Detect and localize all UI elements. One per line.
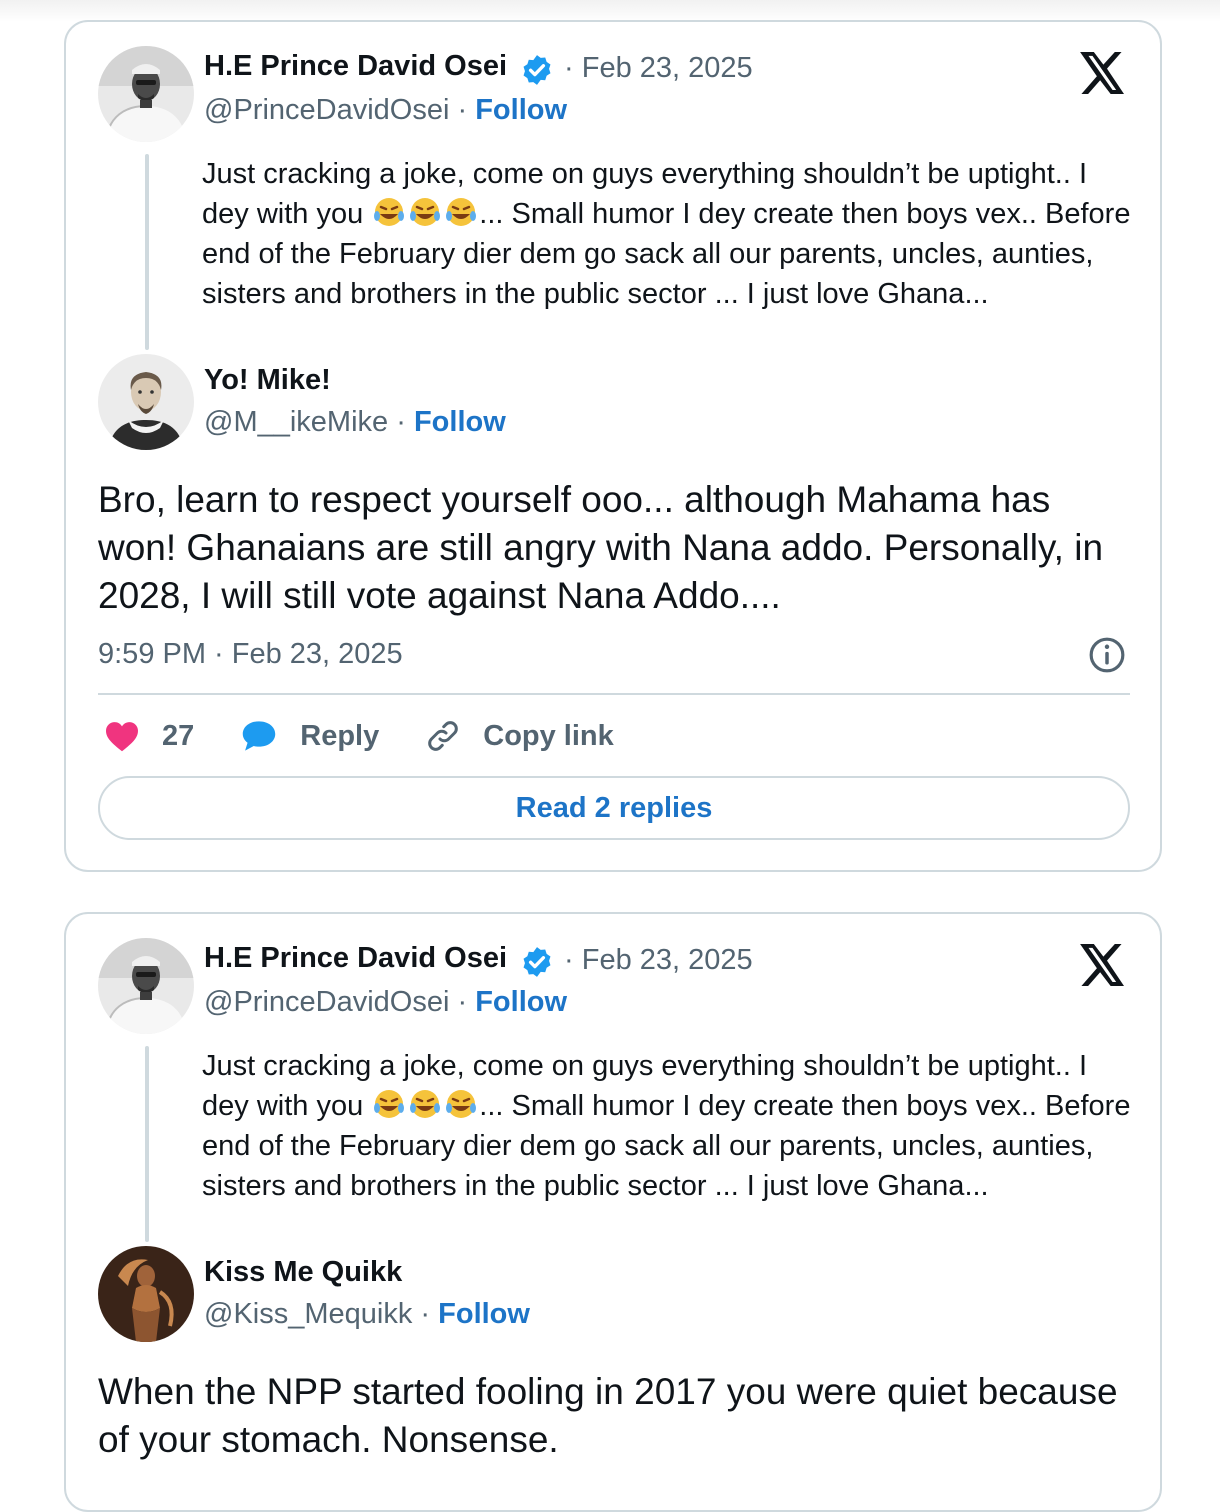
link-icon [428, 721, 458, 751]
parent-author-handle[interactable]: @PrinceDavidOsei [204, 94, 449, 126]
copy-link-button[interactable]: Copy link [425, 718, 614, 754]
like-count: 27 [162, 719, 195, 752]
parent-tweet-text: Just cracking a joke, come on guys every… [202, 154, 1132, 314]
separator-dot: · [564, 944, 574, 976]
thread-connector-line [145, 1046, 149, 1242]
x-logo-icon[interactable] [1080, 944, 1126, 986]
separator-dot: · [457, 94, 468, 126]
tweet-timestamp[interactable]: 9:59 PM · Feb 23, 2025 [98, 638, 403, 671]
parent-author-name[interactable]: H.E Prince David Osei [204, 942, 507, 975]
x-logo-icon[interactable] [1080, 52, 1126, 94]
follow-button[interactable]: Follow [438, 1298, 530, 1330]
parent-date-text: Feb 23, 2025 [581, 944, 753, 976]
avatar-prince-david-osei[interactable] [98, 938, 194, 1034]
read-replies-button[interactable]: Read 2 replies [98, 776, 1130, 840]
tweet-embed-card-2: H.E Prince David Osei · Feb 23, 2025 @Pr… [64, 912, 1162, 1512]
follow-button[interactable]: Follow [414, 406, 506, 438]
parent-author-handle[interactable]: @PrinceDavidOsei [204, 986, 449, 1018]
reply-handle-row: @Kiss_Mequikk · Follow [204, 1298, 530, 1331]
tweet-actions: 27 Reply Copy link [104, 714, 660, 758]
reply-bubble-icon [243, 721, 276, 751]
reply-tweet-text: Bro, learn to respect yourself ooo... al… [98, 479, 1104, 616]
parent-handle-row: @PrinceDavidOsei · Follow [204, 94, 567, 127]
separator-dot: · [420, 1298, 431, 1330]
like-button[interactable]: 27 [104, 720, 194, 753]
parent-tweet-date[interactable]: · Feb 23, 2025 [564, 944, 753, 977]
separator-dot: · [564, 52, 574, 84]
reply-label: Reply [300, 719, 380, 752]
verified-badge-icon [523, 947, 551, 977]
follow-button[interactable]: Follow [475, 94, 567, 126]
info-icon[interactable] [1088, 636, 1126, 674]
reply-author-name[interactable]: Kiss Me Quikk [204, 1256, 402, 1289]
laughing-emoji-icon [371, 1090, 479, 1122]
top-shadow [0, 0, 1220, 22]
tweet-embed-card-1: H.E Prince David Osei · Feb 23, 2025 @Pr… [64, 20, 1162, 872]
copy-link-label: Copy link [483, 719, 614, 752]
avatar-prince-david-osei[interactable] [98, 46, 194, 142]
heart-icon [106, 722, 138, 752]
avatar-kiss-me-quikk[interactable] [98, 1246, 194, 1342]
reply-handle-row: @M__ikeMike · Follow [204, 406, 506, 439]
separator-dot: · [457, 986, 468, 1018]
parent-date-text: Feb 23, 2025 [581, 52, 753, 84]
parent-tweet-date[interactable]: · Feb 23, 2025 [564, 52, 753, 85]
reply-author-name[interactable]: Yo! Mike! [204, 364, 331, 397]
reply-author-handle[interactable]: @M__ikeMike [204, 406, 388, 438]
follow-button[interactable]: Follow [475, 986, 567, 1018]
reply-button[interactable]: Reply [240, 719, 379, 753]
verified-badge-icon [523, 55, 551, 85]
separator-dot: · [396, 406, 406, 438]
divider [98, 693, 1130, 695]
parent-handle-row: @PrinceDavidOsei · Follow [204, 986, 567, 1019]
reply-author-handle[interactable]: @Kiss_Mequikk [204, 1298, 412, 1330]
laughing-emoji-icon [371, 198, 479, 230]
parent-tweet-text: Just cracking a joke, come on guys every… [202, 1046, 1132, 1206]
parent-author-name[interactable]: H.E Prince David Osei [204, 50, 507, 83]
avatar-yo-mike[interactable] [98, 354, 194, 450]
thread-connector-line [145, 154, 149, 350]
